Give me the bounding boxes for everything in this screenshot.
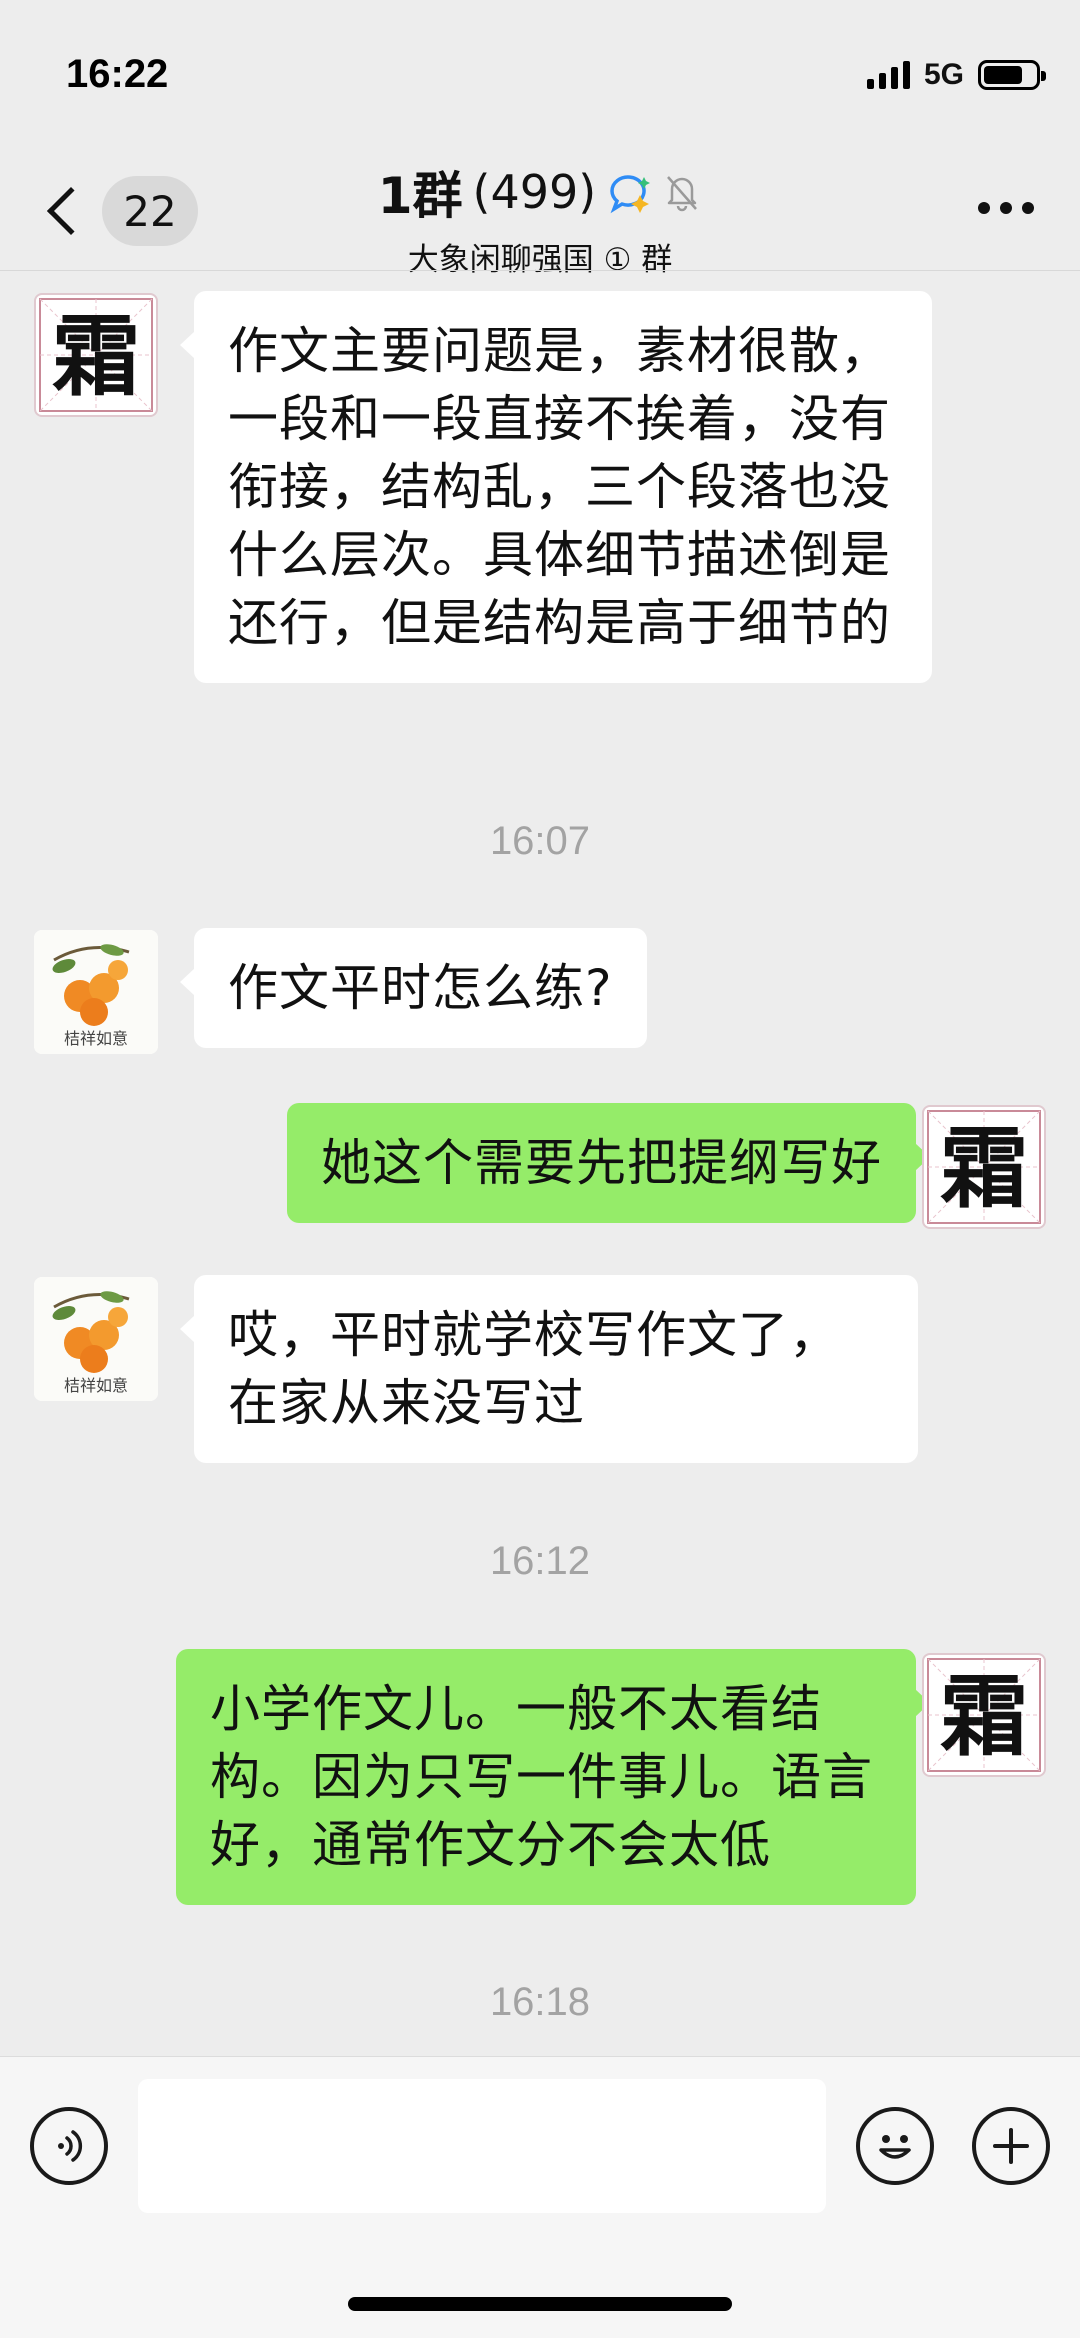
status-bar: 16:22 5G <box>0 0 1080 150</box>
message-list[interactable]: 霜 作文主要问题是，素材很散，一段和一段直接不挨着，没有衔接，结构乱，三个段落也… <box>0 271 1080 2056</box>
more-icon <box>978 202 990 214</box>
plus-button[interactable] <box>972 2107 1050 2185</box>
message-input[interactable] <box>138 2079 826 2213</box>
message-bubble-5[interactable]: 小学作文儿。一般不太看结构。因为只写一件事儿。语言好，通常作文分不会太低 <box>176 1649 930 1905</box>
avatar-orange[interactable]: 桔祥如意 <box>34 930 158 1054</box>
chat-header: 1群 (499) 大象闲聊强国 ① 群 22 <box>0 150 1080 278</box>
timestamp: 16:18 <box>489 1980 591 2024</box>
battery-icon <box>978 60 1046 90</box>
chevron-left-icon <box>46 186 96 236</box>
emoji-button[interactable] <box>856 2107 934 2185</box>
avatar-self[interactable]: 霜 <box>922 1653 1046 1777</box>
member-count: (499) <box>472 165 597 219</box>
status-time: 16:22 <box>66 52 169 96</box>
avatar-orange[interactable]: 桔祥如意 <box>34 1277 158 1401</box>
message-bubble-4[interactable]: 哎，平时就学校写作文了，在家从来没写过 <box>180 1275 918 1463</box>
avatar-caption: 桔祥如意 <box>64 1029 128 1048</box>
avatar-frost[interactable]: 霜 <box>34 293 158 417</box>
voice-button[interactable] <box>30 2107 108 2185</box>
plus-icon <box>993 2128 1029 2164</box>
mute-bell-icon <box>667 176 698 212</box>
unread-count-badge: 22 <box>102 176 198 246</box>
ai-chat-icon[interactable] <box>606 169 652 215</box>
status-indicators: 5G <box>866 58 1046 92</box>
message-bubble-1[interactable]: 作文主要问题是，素材很散，一段和一段直接不挨着，没有衔接，结构乱，三个段落也没什… <box>180 291 932 683</box>
frost-character: 霜 <box>940 1664 1028 1768</box>
input-bar <box>0 2056 1080 2338</box>
emoji-icon <box>879 2135 911 2159</box>
avatar-self[interactable]: 霜 <box>922 1105 1046 1229</box>
back-button[interactable]: 22 <box>40 176 198 246</box>
timestamp: 16:07 <box>489 819 591 863</box>
network-label: 5G <box>923 58 964 91</box>
frost-character: 霜 <box>52 304 140 408</box>
message-bubble-2[interactable]: 作文平时怎么练? <box>180 928 647 1048</box>
timestamp: 16:12 <box>489 1539 591 1583</box>
message-bubble-3[interactable]: 她这个需要先把提纲写好 <box>287 1103 930 1223</box>
group-title: 1群 <box>377 167 463 225</box>
home-indicator[interactable] <box>348 2297 732 2311</box>
frost-character: 霜 <box>940 1116 1028 1220</box>
voice-icon <box>58 2130 83 2162</box>
more-button[interactable] <box>978 202 1034 214</box>
avatar-caption: 桔祥如意 <box>64 1376 128 1395</box>
signal-icon <box>866 61 910 89</box>
